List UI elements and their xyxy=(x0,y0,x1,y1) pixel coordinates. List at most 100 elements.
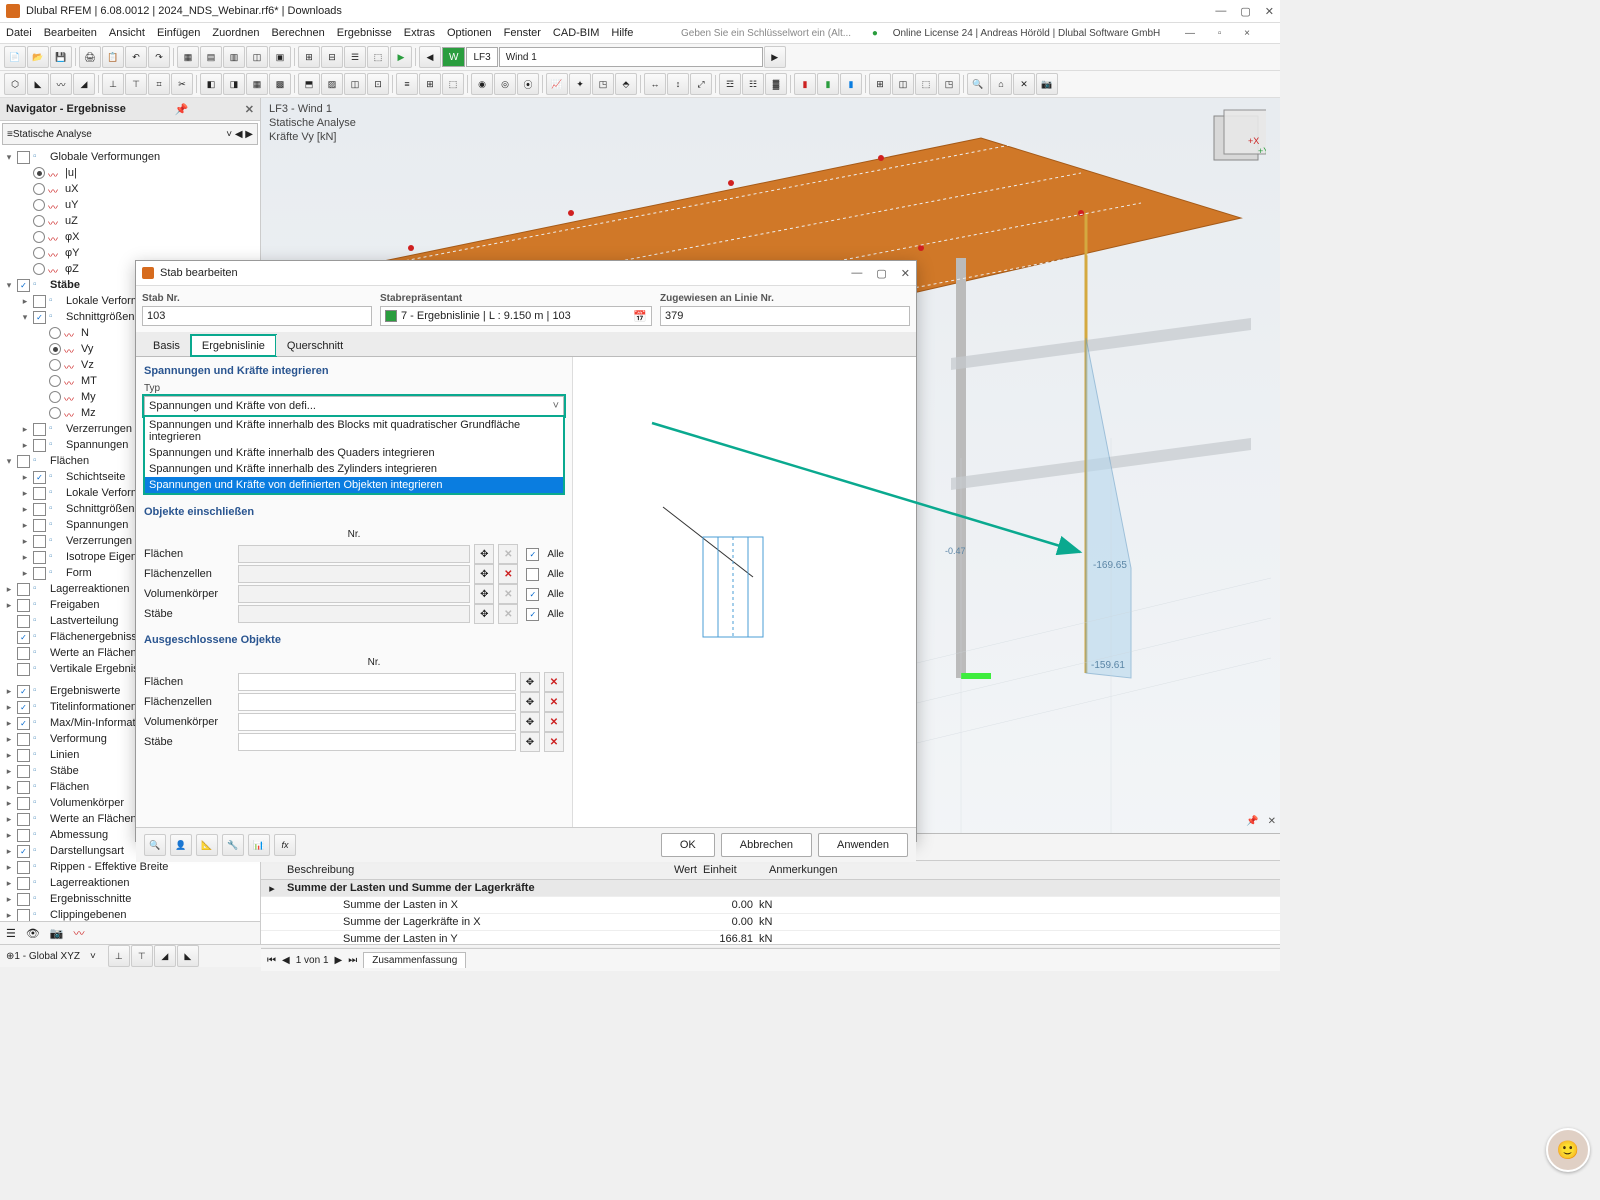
tool-icon[interactable]: ▤ xyxy=(200,46,222,68)
new-icon[interactable]: 📄 xyxy=(4,46,26,68)
nav-tab-icon[interactable]: ☰ xyxy=(6,927,16,940)
prev-lc-icon[interactable]: ◀ xyxy=(419,46,441,68)
apply-button[interactable]: Anwenden xyxy=(818,833,908,857)
status-tool-icon[interactable]: ◣ xyxy=(177,945,199,967)
tree-node[interactable]: 〰uX xyxy=(0,181,258,197)
tool-icon[interactable]: ⬘ xyxy=(615,73,637,95)
dropdown-option[interactable]: Spannungen und Kräfte von definierten Ob… xyxy=(145,477,563,493)
tab-result-line[interactable]: Ergebnislinie xyxy=(191,335,276,356)
maximize-icon[interactable]: ▢ xyxy=(876,267,886,280)
function-icon[interactable]: fx xyxy=(274,834,296,856)
tool-icon[interactable]: 📊 xyxy=(248,834,270,856)
tool-icon[interactable]: ◎ xyxy=(494,73,516,95)
close-icon[interactable]: ✕ xyxy=(1265,5,1274,18)
coord-system[interactable]: 1 - Global XYZ xyxy=(14,951,80,962)
dropdown-option[interactable]: Spannungen und Kräfte innerhalb des Bloc… xyxy=(145,417,563,445)
pin-icon[interactable]: 📌 xyxy=(174,103,188,116)
tree-node[interactable]: 〰φY xyxy=(0,245,258,261)
minimize-icon[interactable]: — xyxy=(1215,5,1226,18)
menu-item[interactable]: Bearbeiten xyxy=(44,27,97,39)
clear-icon[interactable]: ✕ xyxy=(498,564,518,584)
tool-icon[interactable]: ◫ xyxy=(344,73,366,95)
minimize-icon[interactable]: — xyxy=(851,267,862,280)
keyword-search[interactable]: Geben Sie ein Schlüsselwort ein (Alt... xyxy=(681,28,851,39)
tree-node[interactable]: 〰uY xyxy=(0,197,258,213)
nr-input[interactable] xyxy=(238,585,470,603)
diagram-icon[interactable]: 📈 xyxy=(546,73,568,95)
nr-input[interactable] xyxy=(238,565,470,583)
status-tool-icon[interactable]: ⊤ xyxy=(131,945,153,967)
first-page-icon[interactable]: ⏮ xyxy=(267,955,276,966)
all-checkbox[interactable]: ✓ xyxy=(526,548,539,561)
orientation-cube[interactable]: +X+Y xyxy=(1206,108,1266,168)
tree-node[interactable]: 〰φX xyxy=(0,229,258,245)
prev-page-icon[interactable]: ◀ xyxy=(282,955,290,966)
menu-item[interactable]: Hilfe xyxy=(611,27,633,39)
tool-icon[interactable]: ▨ xyxy=(321,73,343,95)
tool-icon[interactable]: ⤢ xyxy=(690,73,712,95)
nav-tab-icon[interactable]: 📷 xyxy=(50,927,64,940)
menu-item[interactable]: Ansicht xyxy=(109,27,145,39)
tool-icon[interactable]: ◫ xyxy=(892,73,914,95)
tool-icon[interactable]: ◧ xyxy=(200,73,222,95)
menu-item[interactable]: Einfügen xyxy=(157,27,200,39)
pick-icon[interactable]: ✥ xyxy=(520,672,540,692)
copy-icon[interactable]: 📋 xyxy=(102,46,124,68)
tool-icon[interactable]: ⊥ xyxy=(102,73,124,95)
next-lc-icon[interactable]: ▶ xyxy=(764,46,786,68)
pin-icon[interactable]: 📌 xyxy=(1246,816,1258,827)
tool-icon[interactable]: ⌗ xyxy=(148,73,170,95)
tool-icon[interactable]: ⊞ xyxy=(419,73,441,95)
tool-icon[interactable]: ▩ xyxy=(269,73,291,95)
tool-icon[interactable]: ◣ xyxy=(27,73,49,95)
tool-icon[interactable]: ◨ xyxy=(223,73,245,95)
tab-basis[interactable]: Basis xyxy=(142,335,191,356)
pick-icon[interactable]: ✥ xyxy=(474,564,494,584)
menu-item[interactable]: Extras xyxy=(404,27,435,39)
tool-icon[interactable]: ▣ xyxy=(269,46,291,68)
clear-icon[interactable]: ✕ xyxy=(544,672,564,692)
doc-max-icon[interactable]: ▫ xyxy=(1218,28,1222,39)
analysis-combo[interactable]: ≡ Statische Analyse˅ ◀ ▶ xyxy=(2,123,258,145)
tool-icon[interactable]: 📐 xyxy=(196,834,218,856)
tool-icon[interactable]: ▦ xyxy=(177,46,199,68)
nr-input[interactable] xyxy=(238,713,516,731)
tool-icon[interactable]: ≡ xyxy=(396,73,418,95)
pick-icon[interactable]: ✥ xyxy=(520,692,540,712)
tab-cross-section[interactable]: Querschnitt xyxy=(276,335,354,356)
tree-node[interactable]: ▸▫Ergebnisschnitte xyxy=(0,891,258,907)
undo-icon[interactable]: ↶ xyxy=(125,46,147,68)
tool-icon[interactable]: ⊤ xyxy=(125,73,147,95)
tool-icon[interactable]: ⬡ xyxy=(4,73,26,95)
camera-icon[interactable]: 📷 xyxy=(1036,73,1058,95)
tab-summary[interactable]: Zusammenfassung xyxy=(363,952,466,968)
lc-combo[interactable]: Wind 1 xyxy=(499,47,763,67)
nr-input[interactable] xyxy=(238,545,470,563)
tool-icon[interactable]: ☰ xyxy=(344,46,366,68)
tool-icon[interactable]: ◳ xyxy=(592,73,614,95)
ok-button[interactable]: OK xyxy=(661,833,715,857)
redo-icon[interactable]: ↷ xyxy=(148,46,170,68)
nav-tab-icon[interactable]: 👁 xyxy=(26,927,40,940)
tool-icon[interactable]: ▥ xyxy=(223,46,245,68)
close-icon[interactable]: ✕ xyxy=(245,103,254,116)
menu-item[interactable]: Optionen xyxy=(447,27,492,39)
tool-icon[interactable]: ⊟ xyxy=(321,46,343,68)
nr-input[interactable] xyxy=(238,673,516,691)
tool-icon[interactable]: ⌂ xyxy=(990,73,1012,95)
tool-icon[interactable]: 🔍 xyxy=(967,73,989,95)
nr-input[interactable] xyxy=(238,733,516,751)
pick-icon[interactable]: ✥ xyxy=(520,712,540,732)
tool-icon[interactable]: ⬚ xyxy=(367,46,389,68)
tool-icon[interactable]: 🔧 xyxy=(222,834,244,856)
clear-icon[interactable]: ✕ xyxy=(498,584,518,604)
tree-node[interactable]: ▸▫Clippingebenen xyxy=(0,907,258,921)
pick-icon[interactable]: ✥ xyxy=(474,544,494,564)
status-tool-icon[interactable]: ⊥ xyxy=(108,945,130,967)
tool-icon[interactable]: ☲ xyxy=(719,73,741,95)
nr-input[interactable] xyxy=(238,693,516,711)
tool-icon[interactable]: ◉ xyxy=(471,73,493,95)
clear-icon[interactable]: ✕ xyxy=(544,732,564,752)
dropdown-option[interactable]: Spannungen und Kräfte innerhalb des Zyli… xyxy=(145,461,563,477)
play-icon[interactable]: ▶ xyxy=(390,46,412,68)
